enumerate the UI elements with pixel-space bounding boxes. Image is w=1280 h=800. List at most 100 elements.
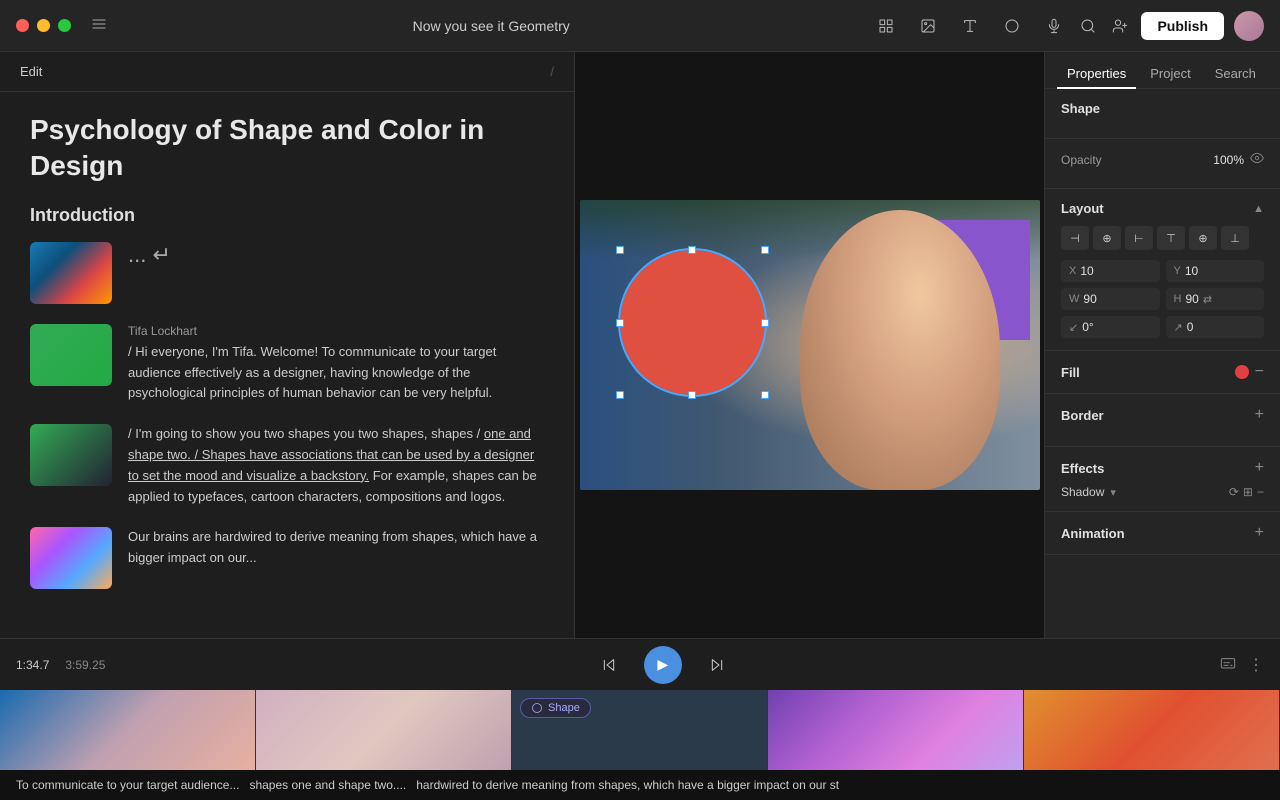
opacity-value: 100%	[1213, 153, 1244, 167]
align-bottom-btn[interactable]: ⊥	[1221, 226, 1249, 250]
border-section: Border +	[1045, 394, 1280, 447]
remove-fill-icon[interactable]: −	[1255, 363, 1264, 381]
tab-search[interactable]: Search	[1205, 60, 1266, 89]
fill-color-dot[interactable]	[1235, 365, 1249, 379]
right-panel: Properties Project Search Shape Opacity …	[1044, 52, 1280, 638]
captions-icon[interactable]	[1220, 654, 1236, 675]
x-label: X	[1069, 265, 1076, 277]
w-coord[interactable]: W 90	[1061, 288, 1160, 310]
x-coord[interactable]: X 10	[1061, 260, 1160, 282]
align-center-v-btn[interactable]: ⊕	[1189, 226, 1217, 250]
shape-icon[interactable]	[1001, 15, 1023, 37]
angle-row: ↙ 0° ↗ 0	[1061, 316, 1264, 338]
align-left-btn[interactable]: ⊣	[1061, 226, 1089, 250]
resize-handle-r[interactable]	[761, 319, 769, 327]
shape-section: Shape	[1045, 89, 1280, 139]
timeline-segment-5[interactable]	[1024, 690, 1280, 770]
search-icon[interactable]	[1077, 15, 1099, 37]
link-icon[interactable]: ⇄	[1203, 293, 1212, 306]
avatar	[1234, 11, 1264, 41]
shadow-type-icon[interactable]: ▾	[1110, 486, 1116, 499]
shadow-option-1[interactable]: ⟳	[1229, 485, 1239, 499]
item-content: ... ↵	[128, 242, 544, 304]
skip-forward-button[interactable]	[702, 650, 732, 680]
fill-section: Fill −	[1045, 351, 1280, 394]
toolbar-tools	[875, 15, 1065, 37]
thumbnail[interactable]	[30, 242, 112, 304]
topbar-right: Publish	[1077, 11, 1264, 41]
thumbnail[interactable]	[30, 424, 112, 486]
resize-handle-l[interactable]	[616, 319, 624, 327]
tab-project[interactable]: Project	[1140, 60, 1200, 89]
shape-section-header: Shape	[1061, 101, 1264, 116]
mic-icon[interactable]	[1043, 15, 1065, 37]
tab-properties[interactable]: Properties	[1057, 60, 1136, 89]
border-section-header: Border +	[1061, 406, 1264, 424]
overflow-menu-icon[interactable]: ⋮	[1248, 655, 1264, 675]
resize-handle-tr[interactable]	[761, 246, 769, 254]
text-icon[interactable]	[959, 15, 981, 37]
timeline-segment-3[interactable]: Shape	[512, 690, 768, 770]
slash-separator: /	[550, 64, 554, 79]
timeline-segment-4[interactable]	[768, 690, 1024, 770]
resize-handle-br[interactable]	[761, 391, 769, 399]
shape-section-label: Shape	[1061, 101, 1100, 116]
doc-title: Now you see it Geometry	[119, 18, 863, 34]
add-border-icon[interactable]: +	[1255, 406, 1264, 424]
layout-collapse-icon[interactable]: ▲	[1253, 203, 1264, 215]
align-right-btn[interactable]: ⊢	[1125, 226, 1153, 250]
h-coord[interactable]: H 90 ⇄	[1166, 288, 1265, 310]
shadow-icons: ⟳ ⊞ −	[1229, 485, 1264, 499]
visibility-icon[interactable]	[1250, 151, 1264, 168]
close-button[interactable]	[16, 19, 29, 32]
timeline: Shape	[0, 690, 1280, 770]
thumbnail[interactable]	[30, 324, 112, 386]
angle2-item[interactable]: ↗ 0	[1166, 316, 1265, 338]
fill-row: Fill −	[1061, 363, 1264, 381]
resize-handle-t[interactable]	[688, 246, 696, 254]
align-buttons-row: ⊣ ⊕ ⊢ ⊤ ⊕ ⊥	[1061, 226, 1264, 250]
x-value: 10	[1080, 264, 1093, 278]
grid-icon[interactable]	[875, 15, 897, 37]
author-name: Tifa Lockhart	[128, 324, 544, 338]
angle2-label: ↗	[1174, 321, 1183, 334]
maximize-button[interactable]	[58, 19, 71, 32]
add-effect-icon[interactable]: +	[1255, 459, 1264, 477]
window-controls	[16, 19, 71, 32]
body-text: Our brains are hardwired to derive meani…	[128, 527, 544, 569]
person-face	[800, 210, 1000, 490]
add-animation-icon[interactable]: +	[1255, 524, 1264, 542]
angle1-value: 0°	[1082, 320, 1093, 334]
play-button[interactable]: ▶	[644, 646, 682, 684]
h-value: 90	[1185, 292, 1198, 306]
skip-back-button[interactable]	[594, 650, 624, 680]
fill-label: Fill	[1061, 365, 1080, 380]
list-item: / I'm going to show you two shapes you t…	[30, 424, 544, 507]
coord-grid: X 10 Y 10 W 90 H 90 ⇄	[1061, 260, 1264, 310]
image-icon[interactable]	[917, 15, 939, 37]
minimize-button[interactable]	[37, 19, 50, 32]
align-center-h-btn[interactable]: ⊕	[1093, 226, 1121, 250]
publish-button[interactable]: Publish	[1141, 12, 1224, 40]
topbar: Now you see it Geometry Publish	[0, 0, 1280, 52]
y-coord[interactable]: Y 10	[1166, 260, 1265, 282]
menu-icon[interactable]	[91, 16, 107, 35]
resize-handle-b[interactable]	[688, 391, 696, 399]
remove-shadow-icon[interactable]: −	[1257, 485, 1264, 499]
add-person-icon[interactable]	[1109, 15, 1131, 37]
y-value: 10	[1185, 264, 1198, 278]
resize-handle-bl[interactable]	[616, 391, 624, 399]
w-value: 90	[1083, 292, 1096, 306]
timeline-segment-1[interactable]	[0, 690, 256, 770]
y-label: Y	[1174, 265, 1181, 277]
thumbnail[interactable]	[30, 527, 112, 589]
shadow-option-2[interactable]: ⊞	[1243, 485, 1253, 499]
opacity-section: Opacity 100%	[1045, 139, 1280, 189]
resize-handle-tl[interactable]	[616, 246, 624, 254]
angle1-item[interactable]: ↙ 0°	[1061, 316, 1160, 338]
time-total: 3:59.25	[65, 658, 105, 672]
playback-controls: ▶	[121, 646, 1204, 684]
animation-section: Animation +	[1045, 512, 1280, 555]
timeline-segment-2[interactable]	[256, 690, 512, 770]
align-top-btn[interactable]: ⊤	[1157, 226, 1185, 250]
